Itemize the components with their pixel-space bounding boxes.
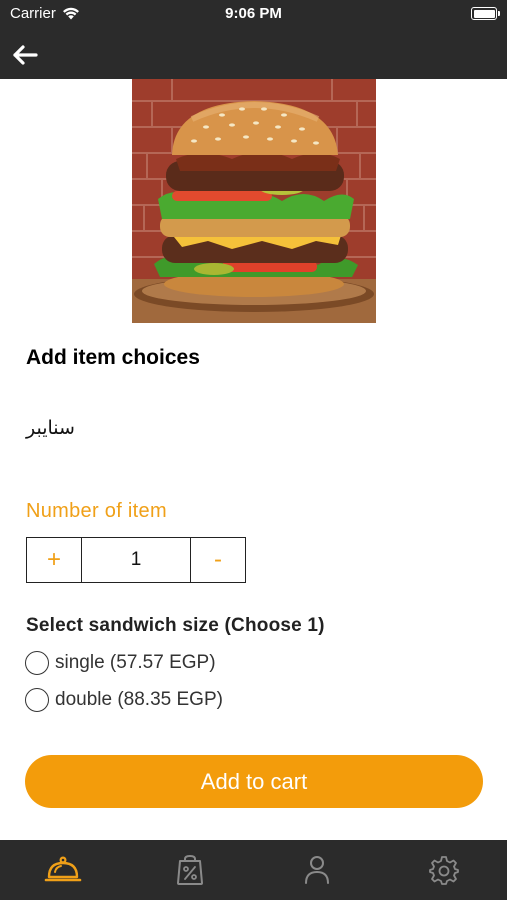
increase-button[interactable]: + <box>27 538 81 582</box>
status-time: 9:06 PM <box>225 5 282 22</box>
food-cloche-icon <box>45 856 82 882</box>
radio-button[interactable] <box>25 651 49 675</box>
quantity-value: 1 <box>81 538 191 582</box>
size-option-label: double (88.35 EGP) <box>55 689 223 710</box>
item-image <box>132 79 376 323</box>
tab-offers[interactable] <box>127 840 254 900</box>
top-bar: Carrier 9:06 PM <box>0 0 507 79</box>
tab-settings[interactable] <box>380 840 507 900</box>
radio-button[interactable] <box>25 688 49 712</box>
decrease-button[interactable]: - <box>191 538 245 582</box>
add-to-cart-button[interactable]: Add to cart <box>25 755 483 808</box>
back-button[interactable] <box>12 44 42 70</box>
size-option-single[interactable]: single (57.57 EGP) <box>25 650 216 676</box>
status-bar: Carrier 9:06 PM <box>0 0 507 28</box>
discount-bag-icon <box>177 854 204 885</box>
battery-icon <box>471 7 500 20</box>
size-option-double[interactable]: double (88.35 EGP) <box>25 687 223 713</box>
tab-menu[interactable] <box>0 840 127 900</box>
tab-bar <box>0 840 507 900</box>
page-title: Add item choices <box>26 346 200 369</box>
settings-icon <box>428 856 459 885</box>
item-name: سنايبر <box>26 417 75 439</box>
arrow-left-icon <box>13 45 38 65</box>
size-section-title: Select sandwich size (Choose 1) <box>26 615 325 636</box>
tab-profile[interactable] <box>254 840 381 900</box>
size-option-label: single (57.57 EGP) <box>55 652 216 673</box>
user-icon <box>304 856 329 884</box>
quantity-label: Number of item <box>26 500 167 522</box>
quantity-stepper: + 1 - <box>26 537 246 583</box>
